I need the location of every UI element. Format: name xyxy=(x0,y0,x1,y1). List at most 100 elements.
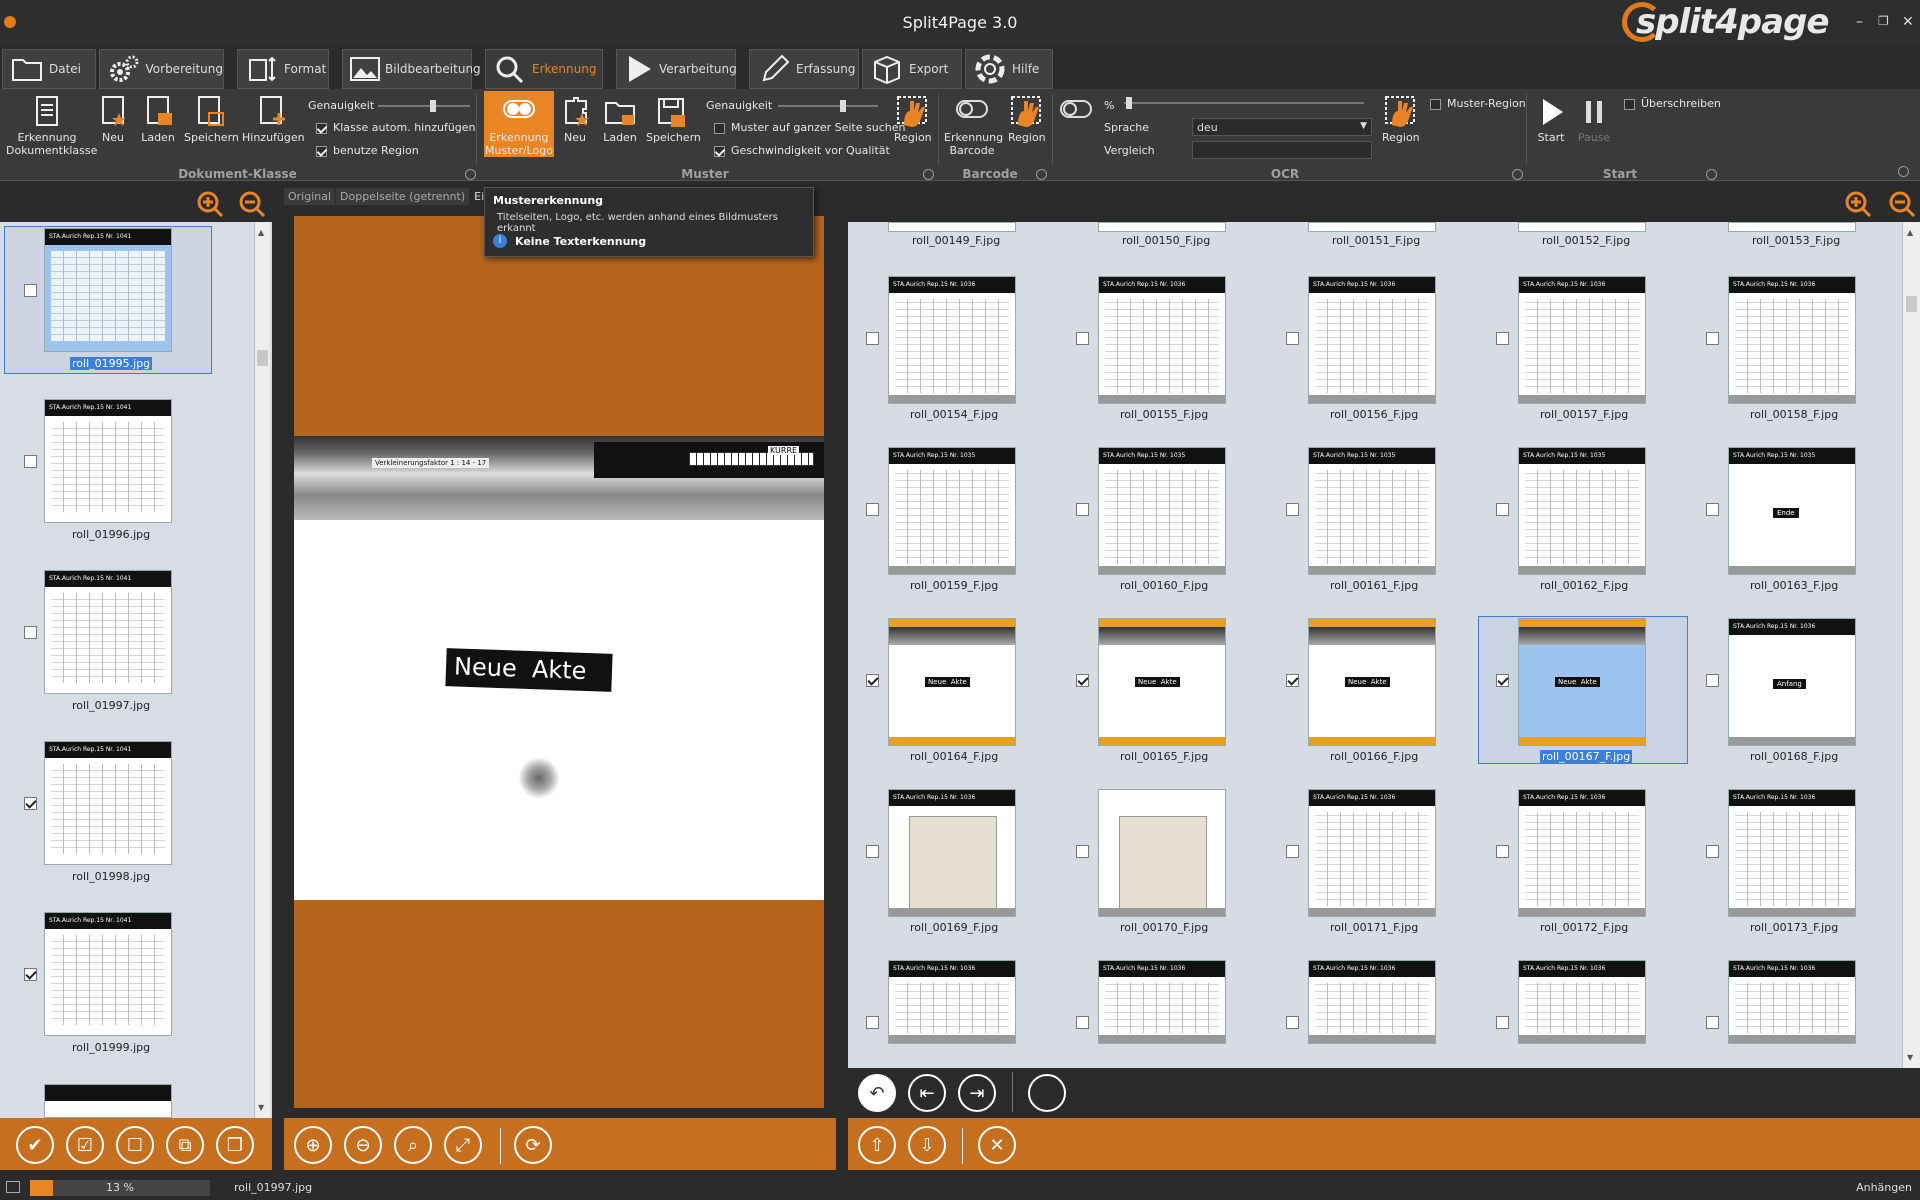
thumbnail-image[interactable]: Neue Akte xyxy=(1518,618,1646,746)
ocr-percent-slider[interactable] xyxy=(1124,97,1364,109)
thumb-checkbox[interactable] xyxy=(1496,1016,1509,1029)
klasse-autom-checkbox[interactable]: Klasse autom. hinzufügen xyxy=(316,121,476,134)
muster-region-checkbox[interactable]: Muster-Region xyxy=(1430,97,1526,110)
check-copy-icon[interactable]: ⧉ xyxy=(166,1126,204,1164)
close-button[interactable]: ✕ xyxy=(1902,14,1914,30)
ueberschreiben-checkbox[interactable]: Überschreiben xyxy=(1624,97,1721,110)
muster-region-button[interactable]: Region xyxy=(894,95,932,144)
thumb-checkbox[interactable] xyxy=(1496,845,1509,858)
thumbnail-image[interactable]: STA.Aurich Rep.15 Nr. 1036 xyxy=(1098,276,1226,404)
erkennung-muster-logo-button[interactable]: Erkennung Muster/Logo xyxy=(484,91,554,157)
thumbnail-image[interactable]: STA.Aurich Rep.15 Nr. 1036 xyxy=(1728,276,1856,404)
tab-erkennung[interactable]: Erkennung xyxy=(485,49,603,89)
zoom-100-icon[interactable]: ⌕ xyxy=(394,1126,432,1164)
uncheck-all-icon[interactable]: ☐ xyxy=(116,1126,154,1164)
thumb-checkbox[interactable] xyxy=(24,797,37,810)
thumb-checkbox[interactable] xyxy=(866,503,879,516)
group-expand-icon[interactable] xyxy=(923,169,934,180)
thumbnail-image[interactable]: Neue Akte xyxy=(888,618,1016,746)
thumb-checkbox[interactable] xyxy=(1286,1016,1299,1029)
grid-zoom-in-icon[interactable] xyxy=(1844,190,1872,218)
thumb-checkbox[interactable] xyxy=(1706,845,1719,858)
tab-verarbeitung[interactable]: Verarbeitung xyxy=(616,49,737,89)
fit-page-icon[interactable]: ⤢ xyxy=(444,1126,482,1164)
log-icon[interactable] xyxy=(6,1181,20,1193)
minimize-button[interactable]: – xyxy=(1856,14,1863,30)
barcode-region-button[interactable]: Region xyxy=(1008,95,1046,144)
zoom-out-icon[interactable] xyxy=(238,190,266,218)
download-icon[interactable]: ⇩ xyxy=(908,1126,946,1164)
thumbnail-image[interactable]: STA.Aurich Rep.15 Nr. 1036 xyxy=(1308,789,1436,917)
upload-icon[interactable]: ⇧ xyxy=(858,1126,896,1164)
tab-vorbereitung[interactable]: Vorbereitung xyxy=(99,49,224,89)
ocr-toggle-button[interactable] xyxy=(1058,95,1094,131)
thumbnail-image[interactable]: Neue Akte xyxy=(1098,618,1226,746)
thumb-checkbox[interactable] xyxy=(1076,332,1089,345)
select-merge-icon[interactable]: ⇥ xyxy=(958,1074,996,1112)
grid-zoom-out-icon[interactable] xyxy=(1888,190,1916,218)
collapse-ribbon-icon[interactable] xyxy=(1898,166,1909,177)
tab-export[interactable]: Export xyxy=(862,49,962,89)
zoom-in-icon[interactable]: ⊕ xyxy=(294,1126,332,1164)
thumbnail-image[interactable]: STA.Aurich Rep.15 Nr. 1036 xyxy=(1308,960,1436,1044)
thumbnail-image[interactable] xyxy=(1308,222,1436,232)
erkennung-dokumentklasse-button[interactable]: Erkennung Dokumentklasse xyxy=(6,95,97,157)
dokumentklasse-speichern-button[interactable]: Speichern xyxy=(184,95,239,144)
start-button[interactable]: Start xyxy=(1534,95,1568,144)
thumb-checkbox[interactable] xyxy=(866,674,879,687)
select-prev-icon[interactable]: ↶ xyxy=(858,1074,896,1112)
benutze-region-checkbox[interactable]: benutze Region xyxy=(316,144,419,157)
thumbnail-image[interactable]: STA.Aurich Rep.15 Nr. 1035 Ende xyxy=(1728,447,1856,575)
thumb-checkbox[interactable] xyxy=(866,845,879,858)
thumbnail-image[interactable]: STA.Aurich Rep.15 Nr. 1035 xyxy=(888,447,1016,575)
dokumentklasse-neu-button[interactable]: Neu xyxy=(96,95,130,144)
delete-page-icon[interactable]: ✕ xyxy=(978,1126,1016,1164)
group-expand-icon[interactable] xyxy=(1512,169,1523,180)
thumb-checkbox[interactable] xyxy=(1706,1016,1719,1029)
thumb-checkbox[interactable] xyxy=(24,968,37,981)
thumbnail-image[interactable]: STA.Aurich Rep.15 Nr. 1036 Anfang xyxy=(1728,618,1856,746)
thumb-checkbox[interactable] xyxy=(1706,503,1719,516)
thumbnail-image[interactable]: STA.Aurich Rep.15 Nr. 1036 xyxy=(888,789,1016,917)
tab-datei[interactable]: Datei xyxy=(2,49,96,89)
group-expand-icon[interactable] xyxy=(1706,169,1717,180)
thumb-checkbox[interactable] xyxy=(24,455,37,468)
thumb-checkbox[interactable] xyxy=(1496,674,1509,687)
vergleich-input[interactable] xyxy=(1192,141,1372,159)
thumb-checkbox[interactable] xyxy=(1076,503,1089,516)
thumbnail-image[interactable] xyxy=(44,1084,172,1118)
thumb-checkbox[interactable] xyxy=(1706,674,1719,687)
sprache-select[interactable]: deu ▼ xyxy=(1192,118,1372,136)
dokumentklasse-hinzufuegen-button[interactable]: Hinzufügen xyxy=(242,95,305,144)
thumb-checkbox[interactable] xyxy=(1076,1016,1089,1029)
thumbnail-image[interactable]: STA.Aurich Rep.15 Nr. 1036 xyxy=(1728,960,1856,1044)
tab-erfassung[interactable]: Erfassung xyxy=(749,49,859,89)
zoom-in-icon[interactable] xyxy=(196,190,224,218)
thumb-checkbox[interactable] xyxy=(1076,845,1089,858)
erkennung-barcode-button[interactable]: Erkennung Barcode xyxy=(944,95,1003,157)
thumbnail-image[interactable]: STA.Aurich Rep.15 Nr. 1041 xyxy=(44,912,172,1036)
check-list-icon[interactable]: ☑ xyxy=(66,1126,104,1164)
view-tab-original[interactable]: Original xyxy=(284,188,336,205)
tab-hilfe[interactable]: Hilfe xyxy=(965,49,1053,89)
thumbnail-image[interactable] xyxy=(1098,222,1226,232)
thumb-checkbox[interactable] xyxy=(1286,674,1299,687)
view-tab-doppelseite[interactable]: Doppelseite (getrennt) xyxy=(336,188,470,205)
thumbnail-image[interactable]: STA.Aurich Rep.15 Nr. 1036 xyxy=(1518,960,1646,1044)
thumb-checkbox[interactable] xyxy=(1496,503,1509,516)
restore-button[interactable]: ❐ xyxy=(1878,14,1889,28)
thumbnail-image[interactable]: STA.Aurich Rep.15 Nr. 1035 xyxy=(1518,447,1646,575)
scroll-thumb[interactable] xyxy=(1906,296,1917,312)
thumb-checkbox[interactable] xyxy=(1076,674,1089,687)
muster-neu-button[interactable]: Neu xyxy=(560,95,590,144)
muster-speichern-button[interactable]: Speichern xyxy=(646,95,701,144)
zoom-out-icon[interactable]: ⊖ xyxy=(344,1126,382,1164)
thumb-checkbox[interactable] xyxy=(1706,332,1719,345)
grid-scrollbar[interactable]: ▲ ▼ xyxy=(1902,222,1920,1068)
thumbnail-image[interactable]: STA.Aurich Rep.15 Nr. 1036 xyxy=(1308,276,1436,404)
thumb-checkbox[interactable] xyxy=(1286,332,1299,345)
thumbnail-image[interactable]: STA.Aurich Rep.15 Nr. 1041 xyxy=(44,399,172,523)
thumbnail-image[interactable]: STA.Aurich Rep.15 Nr. 1041 xyxy=(44,741,172,865)
thumbnail-image[interactable]: Neue Akte xyxy=(1308,618,1436,746)
thumb-checkbox[interactable] xyxy=(24,626,37,639)
